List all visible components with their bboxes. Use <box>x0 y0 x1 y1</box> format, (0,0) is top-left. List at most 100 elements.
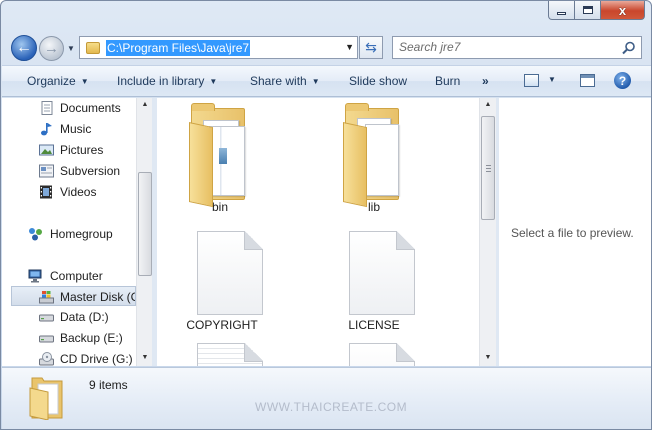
share-with-label: Share with <box>250 74 307 88</box>
recent-pages-dropdown[interactable]: ▼ <box>67 44 75 53</box>
nav-item-music[interactable]: Music <box>2 119 136 139</box>
folder-icon <box>29 377 63 420</box>
search-box[interactable] <box>392 36 642 59</box>
drive-icon <box>39 314 54 322</box>
blank-document-icon <box>319 226 429 326</box>
file-item-copyright[interactable]: COPYRIGHT <box>167 226 277 332</box>
search-input[interactable] <box>399 40 609 54</box>
nav-item-label: Music <box>60 122 92 136</box>
nav-item-label: Documents <box>60 101 121 115</box>
nav-item-label: Subversion <box>60 164 121 178</box>
arrow-left-icon: ← <box>16 39 32 56</box>
file-name: bin <box>211 200 228 214</box>
music-icon <box>41 123 52 136</box>
scroll-down-icon[interactable]: ▼ <box>137 354 152 361</box>
nav-item-videos[interactable]: Videos <box>2 182 136 202</box>
minimize-icon <box>557 11 566 15</box>
nav-item-cd-drive[interactable]: CD Drive (G:) <box>2 349 136 366</box>
include-in-library-menu[interactable]: Include in library ▼ <box>117 74 217 88</box>
search-icon[interactable] <box>622 41 636 55</box>
scroll-down-icon[interactable]: ▼ <box>480 354 496 361</box>
burn-button[interactable]: Burn <box>435 74 460 88</box>
file-item-partial-1[interactable] <box>167 338 277 366</box>
forward-button[interactable]: → <box>39 36 64 61</box>
chevron-down-icon: ▼ <box>80 77 89 86</box>
maximize-button[interactable] <box>575 1 601 20</box>
scroll-up-icon[interactable]: ▲ <box>480 101 496 108</box>
content-scroll-thumb[interactable] <box>481 116 495 220</box>
preview-message: Select a file to preview. <box>511 226 634 240</box>
homegroup-icon <box>29 228 42 241</box>
nav-item-label: Master Disk (C <box>60 290 136 304</box>
nav-item-data-drive[interactable]: Data (D:) <box>2 307 136 327</box>
refresh-icon: ⇆ <box>365 39 377 55</box>
watermark: WWW.THAICREATE.COM <box>255 400 408 414</box>
navigation-pane: Documents Music Pictures Subversion Vide… <box>2 98 152 366</box>
text-document-icon <box>167 338 277 366</box>
caption-buttons: x <box>548 1 645 20</box>
chevron-down-icon: ▼ <box>209 77 218 86</box>
nav-item-computer[interactable]: Computer <box>2 266 136 286</box>
folder-item-bin[interactable]: bin <box>165 100 275 214</box>
item-count: 9 items <box>89 378 128 392</box>
nav-item-label: Pictures <box>60 143 104 157</box>
grip-icon <box>486 165 491 172</box>
maximize-icon <box>582 6 593 14</box>
preview-pane-icon[interactable] <box>580 74 595 87</box>
videos-icon <box>40 185 52 199</box>
address-bar[interactable]: C:\Program Files\Java\jre7 ▼ <box>79 36 358 59</box>
refresh-button[interactable]: ⇆ <box>359 36 383 59</box>
nav-item-pictures[interactable]: Pictures <box>2 140 136 160</box>
subversion-icon <box>39 164 54 178</box>
organize-label: Organize <box>27 74 76 88</box>
close-icon: x <box>618 2 627 18</box>
windows-drive-icon <box>39 291 54 304</box>
nav-item-master-disk[interactable]: Master Disk (C <box>11 286 136 306</box>
preview-pane: Select a file to preview. <box>499 98 651 366</box>
nav-scroll-thumb[interactable] <box>138 172 152 276</box>
blank-document-icon <box>167 226 277 326</box>
nav-item-subversion[interactable]: Subversion <box>2 161 136 181</box>
chevron-down-icon[interactable]: ▼ <box>548 75 556 84</box>
folder-icon <box>86 41 100 54</box>
more-commands-button[interactable]: » <box>482 74 489 88</box>
scroll-up-icon[interactable]: ▲ <box>137 101 152 108</box>
explorer-window: x ← → ▼ C:\Program Files\Java\jre7 ▼ ⇆ O… <box>0 0 652 430</box>
nav-item-label: Computer <box>50 269 103 283</box>
folder-icon <box>319 100 429 208</box>
folder-item-lib[interactable]: lib <box>319 100 429 214</box>
file-item-license[interactable]: LICENSE <box>319 226 429 332</box>
nav-item-label: CD Drive (G:) <box>60 352 133 366</box>
back-button[interactable]: ← <box>11 35 37 61</box>
slide-show-button[interactable]: Slide show <box>349 74 407 88</box>
chevron-down-icon[interactable]: ▼ <box>345 42 354 52</box>
command-bar: Organize ▼ Include in library ▼ Share with… <box>2 65 651 97</box>
file-item-partial-2[interactable] <box>319 338 429 366</box>
nav-item-label: Homegroup <box>50 227 113 241</box>
pictures-icon <box>39 144 54 156</box>
share-with-menu[interactable]: Share with ▼ <box>250 74 320 88</box>
minimize-button[interactable] <box>548 1 575 20</box>
blank-document-icon <box>319 338 429 366</box>
file-name: lib <box>367 200 380 214</box>
cd-drive-icon <box>39 352 54 366</box>
organize-menu[interactable]: Organize ▼ <box>27 74 89 88</box>
documents-icon <box>41 101 53 115</box>
nav-scrollbar[interactable]: ▲ ▼ <box>136 98 152 366</box>
computer-icon <box>28 269 42 283</box>
nav-item-label: Videos <box>60 185 97 199</box>
chevron-down-icon: ▼ <box>311 77 320 86</box>
close-button[interactable]: x <box>601 1 645 20</box>
change-view-icon[interactable] <box>524 74 539 87</box>
arrow-right-icon: → <box>44 40 59 57</box>
nav-item-backup-drive[interactable]: Backup (E:) <box>2 328 136 348</box>
file-list: bin lib COPYRIGHT LICENSE <box>157 98 479 366</box>
nav-item-documents[interactable]: Documents <box>2 98 136 118</box>
address-path[interactable]: C:\Program Files\Java\jre7 <box>106 39 251 56</box>
nav-item-label: Backup (E:) <box>60 331 123 345</box>
drive-icon <box>39 335 54 343</box>
nav-item-homegroup[interactable]: Homegroup <box>2 224 136 244</box>
include-in-library-label: Include in library <box>117 74 205 88</box>
help-icon[interactable]: ? <box>614 72 631 89</box>
content-scrollbar[interactable]: ▲ ▼ <box>479 98 496 366</box>
